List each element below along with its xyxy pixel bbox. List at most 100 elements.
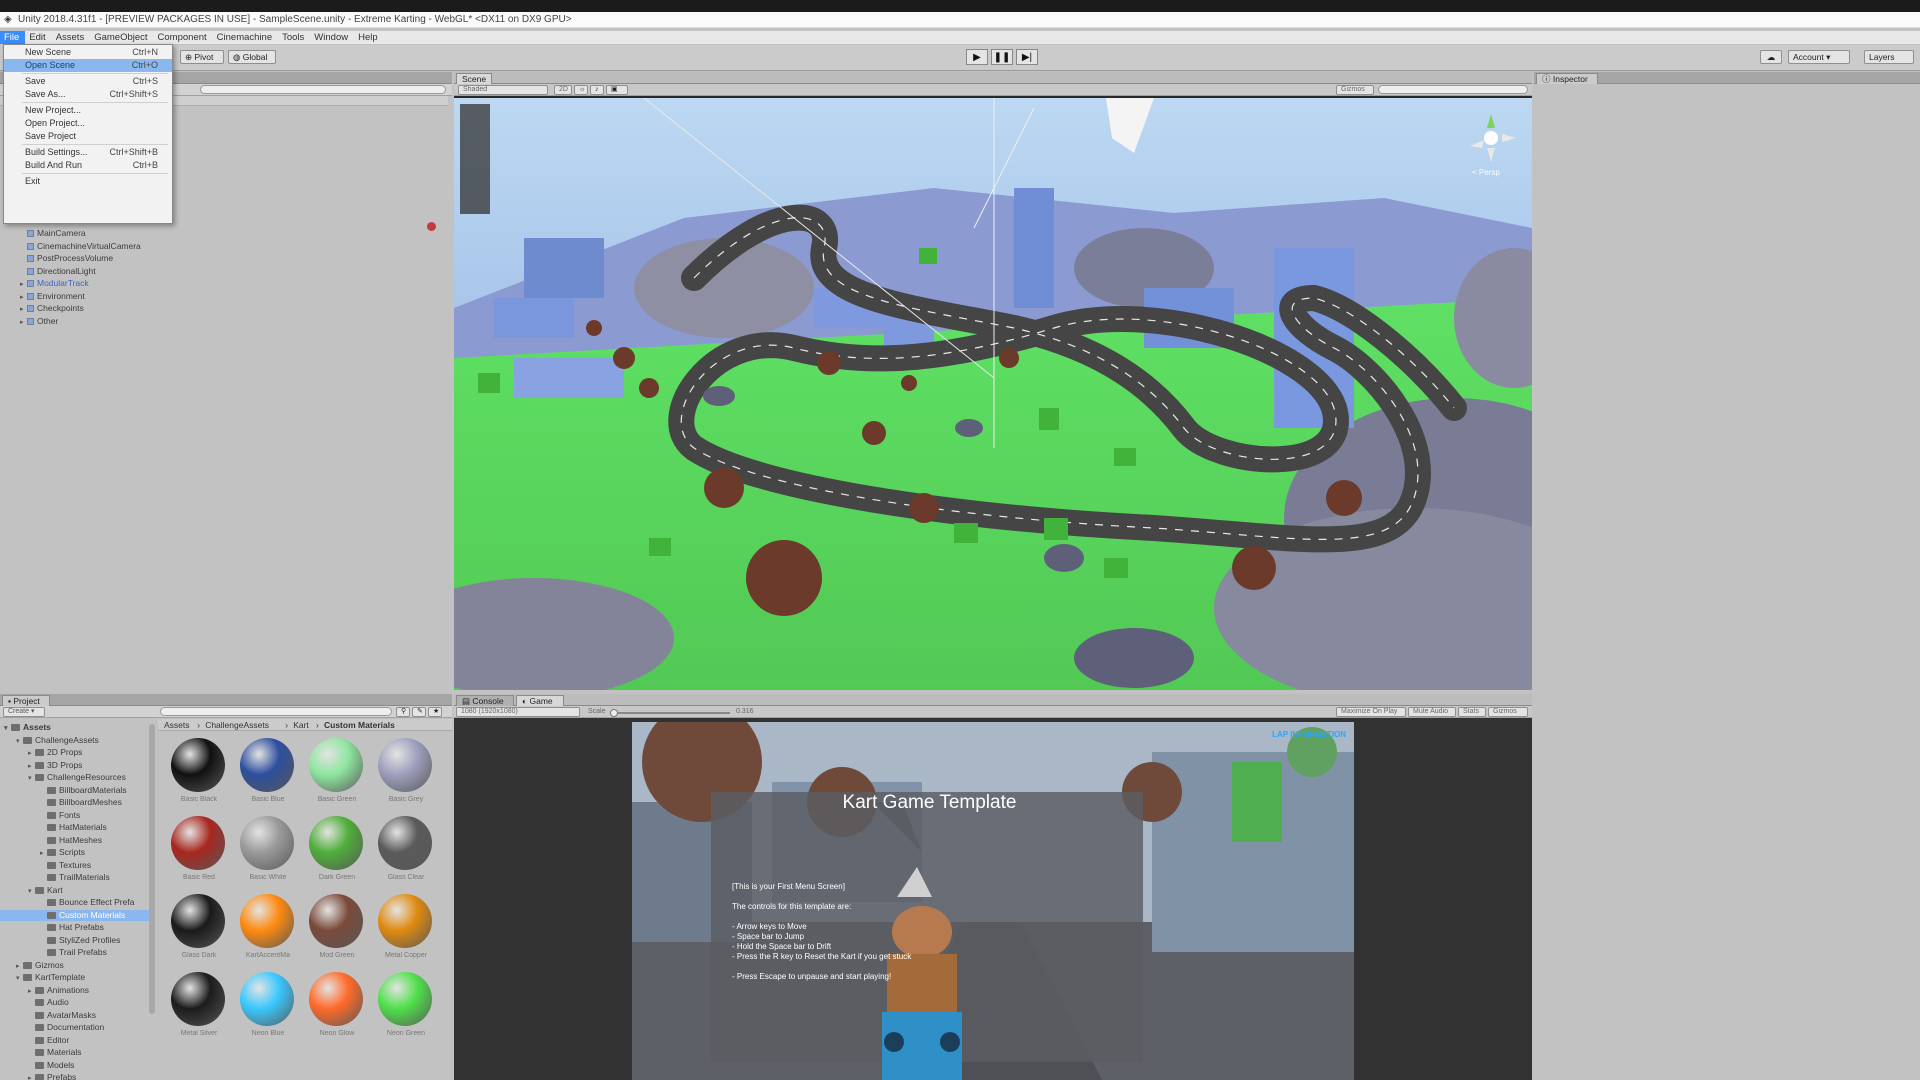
- account-dropdown[interactable]: Account ▾: [1788, 50, 1850, 64]
- hierarchy-item[interactable]: ▸ Environment: [20, 291, 85, 302]
- project-folder-item[interactable]: HatMaterials: [40, 822, 107, 833]
- material-asset[interactable]: Glass Dark: [169, 894, 229, 966]
- stats-toggle[interactable]: Stats: [1458, 707, 1486, 717]
- file-menu-item-build-settings[interactable]: Build Settings... Ctrl+Shift+B: [4, 146, 172, 159]
- pivot-toggle[interactable]: ⊕ Pivot: [180, 50, 224, 64]
- file-menu-item-exit[interactable]: Exit: [4, 175, 172, 188]
- project-folder-item[interactable]: Hat Prefabs: [40, 922, 104, 933]
- project-folder-item[interactable]: ▾ ChallengeResources: [28, 772, 126, 783]
- project-folder-item[interactable]: ▸ 2D Props: [28, 747, 82, 758]
- expand-arrow-icon[interactable]: ▸: [28, 986, 35, 997]
- favorites-button[interactable]: ★: [428, 707, 442, 717]
- project-folder-item[interactable]: TrailMaterials: [40, 872, 110, 883]
- file-menu-item-open-scene[interactable]: Open Scene Ctrl+O: [4, 59, 172, 72]
- breadcrumb-item[interactable]: Custom Materials: [324, 720, 395, 730]
- project-folder-item[interactable]: Custom Materials: [0, 909, 150, 921]
- project-folder-item[interactable]: HatMeshes: [40, 835, 102, 846]
- project-folder-item[interactable]: Documentation: [28, 1022, 104, 1033]
- breadcrumb-item[interactable]: Assets: [164, 720, 190, 730]
- menu-file[interactable]: File: [0, 31, 26, 44]
- shading-mode-dropdown[interactable]: Shaded: [458, 85, 548, 95]
- hierarchy-item[interactable]: ▸ ModularTrack: [20, 278, 89, 289]
- material-asset[interactable]: KartAccentMa: [238, 894, 298, 966]
- material-asset[interactable]: Basic Red: [169, 816, 229, 888]
- game-gizmos-dropdown[interactable]: Gizmos: [1488, 707, 1528, 717]
- project-folder-item[interactable]: ▸ Prefabs: [28, 1072, 76, 1080]
- file-menu-item-new-project[interactable]: New Project...: [4, 104, 172, 117]
- expand-arrow-icon[interactable]: ▾: [4, 723, 11, 734]
- hierarchy-item[interactable]: CinemachineVirtualCamera: [20, 241, 141, 252]
- create-dropdown[interactable]: Create ▾: [3, 707, 45, 717]
- hierarchy-search-input[interactable]: [200, 85, 446, 94]
- project-folder-item[interactable]: BillboardMaterials: [40, 785, 127, 796]
- hierarchy-item[interactable]: MainCamera: [20, 228, 86, 239]
- breadcrumb-item[interactable]: ChallengeAssets: [205, 720, 269, 730]
- hierarchy-item[interactable]: ▸ Other: [20, 316, 58, 327]
- breadcrumb-item[interactable]: Kart: [293, 720, 309, 730]
- expand-arrow-icon[interactable]: ▸: [40, 848, 47, 859]
- step-button[interactable]: ▶|: [1016, 49, 1038, 65]
- hierarchy-item[interactable]: ▸ Checkpoints: [20, 303, 84, 314]
- file-menu-item-build-and-run[interactable]: Build And Run Ctrl+B: [4, 159, 172, 172]
- scale-slider[interactable]: [610, 709, 730, 717]
- scene-search-input[interactable]: [1378, 85, 1528, 94]
- game-viewport[interactable]: LAP INFORMATION Kart Game Template [This…: [632, 722, 1354, 1080]
- hierarchy-item[interactable]: PostProcessVolume: [20, 253, 113, 264]
- project-folder-item[interactable]: StyliZed Profiles: [40, 935, 120, 946]
- project-folder-item[interactable]: Editor: [28, 1035, 69, 1046]
- menu-assets[interactable]: Assets: [52, 31, 91, 44]
- filter-type-button[interactable]: ⚲: [396, 707, 410, 717]
- material-asset[interactable]: Dark Green: [307, 816, 367, 888]
- expand-arrow-icon[interactable]: ▾: [16, 736, 23, 747]
- tab-scene[interactable]: Scene: [456, 73, 492, 84]
- project-folder-item[interactable]: Materials: [28, 1047, 81, 1058]
- material-asset[interactable]: Basic Green: [307, 738, 367, 810]
- projection-label[interactable]: < Persp: [1472, 168, 1500, 177]
- project-folder-item[interactable]: ▸ 3D Props: [28, 760, 82, 771]
- project-folder-item[interactable]: ▸ Gizmos: [16, 960, 64, 971]
- project-tree-scrollbar[interactable]: [149, 724, 155, 1014]
- scene-viewport[interactable]: < Persp: [454, 98, 1532, 690]
- project-folder-item[interactable]: Models: [28, 1060, 74, 1071]
- material-asset[interactable]: Basic Blue: [238, 738, 298, 810]
- scale-slider-thumb[interactable]: [610, 709, 618, 717]
- tab-inspector[interactable]: ⓘ Inspector: [1536, 73, 1598, 84]
- expand-arrow-icon[interactable]: ▸: [20, 279, 27, 290]
- project-folder-item[interactable]: Audio: [28, 997, 69, 1008]
- project-folder-item[interactable]: Textures: [40, 860, 91, 871]
- project-folder-item[interactable]: ▾ KartTemplate: [16, 972, 85, 983]
- toggle-2d-button[interactable]: 2D: [554, 85, 572, 95]
- material-asset[interactable]: Basic Grey: [376, 738, 436, 810]
- scene-orientation-gizmo[interactable]: [1464, 110, 1519, 165]
- menu-tools[interactable]: Tools: [278, 31, 310, 44]
- material-asset[interactable]: Glass Clear: [376, 816, 436, 888]
- material-asset[interactable]: Mod Green: [307, 894, 367, 966]
- layers-dropdown[interactable]: Layers: [1864, 50, 1914, 64]
- expand-arrow-icon[interactable]: ▸: [28, 1073, 35, 1080]
- material-asset[interactable]: Neon Glow: [307, 972, 367, 1044]
- project-folder-item[interactable]: ▾ ChallengeAssets: [16, 735, 99, 746]
- gizmos-dropdown[interactable]: Gizmos: [1336, 85, 1374, 95]
- tab-game[interactable]: ◐ Game: [516, 695, 564, 706]
- expand-arrow-icon[interactable]: ▸: [20, 304, 27, 315]
- material-asset[interactable]: Neon Green: [376, 972, 436, 1044]
- menu-help[interactable]: Help: [354, 31, 384, 44]
- expand-arrow-icon[interactable]: ▸: [28, 761, 35, 772]
- cloud-button[interactable]: ☁: [1760, 50, 1782, 64]
- expand-arrow-icon[interactable]: ▾: [16, 973, 23, 984]
- project-folder-item[interactable]: ▸ Scripts: [40, 847, 85, 858]
- file-menu-item-save-as[interactable]: Save As... Ctrl+Shift+S: [4, 88, 172, 101]
- project-folder-item[interactable]: Bounce Effect Prefa: [40, 897, 134, 908]
- tab-project[interactable]: ▪ Project: [2, 695, 50, 706]
- file-menu-item-save[interactable]: Save Ctrl+S: [4, 75, 172, 88]
- project-folder-item[interactable]: ▾ Kart: [28, 885, 63, 896]
- expand-arrow-icon[interactable]: ▸: [28, 748, 35, 759]
- resolution-dropdown[interactable]: 1080 (1920x1080): [456, 707, 580, 717]
- hierarchy-item[interactable]: DirectionalLight: [20, 266, 96, 277]
- filter-label-button[interactable]: ✎: [412, 707, 426, 717]
- mute-audio-toggle[interactable]: Mute Audio: [1408, 707, 1456, 717]
- expand-arrow-icon[interactable]: ▾: [28, 773, 35, 784]
- project-folder-item[interactable]: ▾ Assets: [4, 722, 51, 733]
- audio-toggle[interactable]: ♪: [590, 85, 604, 95]
- file-menu-item-open-project[interactable]: Open Project...: [4, 117, 172, 130]
